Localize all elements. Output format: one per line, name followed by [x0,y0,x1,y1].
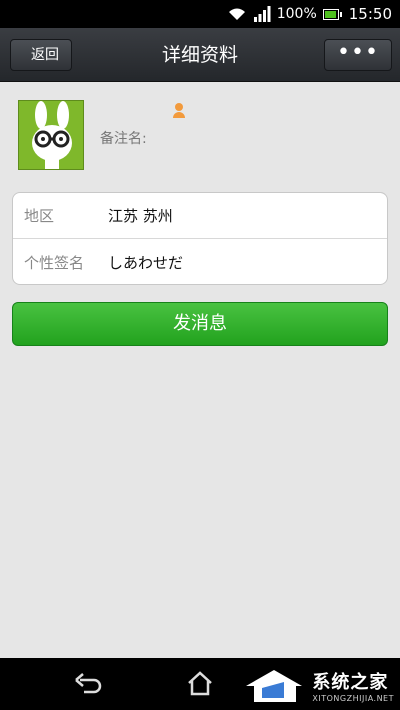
signature-label: 个性签名 [24,253,85,272]
watermark-title: 系统之家 [312,671,389,693]
avatar[interactable] [18,100,84,170]
status-bar: 100% 15:50 [0,0,400,28]
status-time: 15:50 [348,5,392,23]
region-label: 地区 [24,207,55,225]
title-bar: 详细资料 返回 ••• [0,28,400,82]
info-row-region: 地区 江苏 苏州 [13,193,387,239]
rabbit-avatar-icon [19,101,83,169]
watermark-url: XITONGZHIJIA.NET [312,693,394,703]
watermark: 系统之家 XITONGZHIJIA.NET [244,664,394,706]
info-card: 地区 江苏 苏州 个性签名 しあわせだ [12,192,388,285]
signature-value: しあわせだ [108,253,184,272]
back-button[interactable]: 返回 [10,39,72,71]
nav-back-icon[interactable] [74,672,104,696]
more-options-button[interactable]: ••• [324,39,392,71]
send-message-button[interactable]: 发消息 [12,302,388,346]
info-row-signature: 个性签名 しあわせだ [13,239,387,285]
person-icon [173,103,185,118]
house-logo-icon [246,670,303,702]
battery-fill [324,10,336,18]
nav-home-icon[interactable] [186,670,214,696]
navigation-bar: 系统之家 XITONGZHIJIA.NET [0,658,400,710]
battery-percent: 100% [276,6,317,22]
wifi-icon [228,8,245,20]
battery-icon [322,8,342,20]
signal-icon [253,6,271,22]
region-value: 江苏 苏州 [108,207,173,225]
remark-label: 备注名: [100,131,147,147]
